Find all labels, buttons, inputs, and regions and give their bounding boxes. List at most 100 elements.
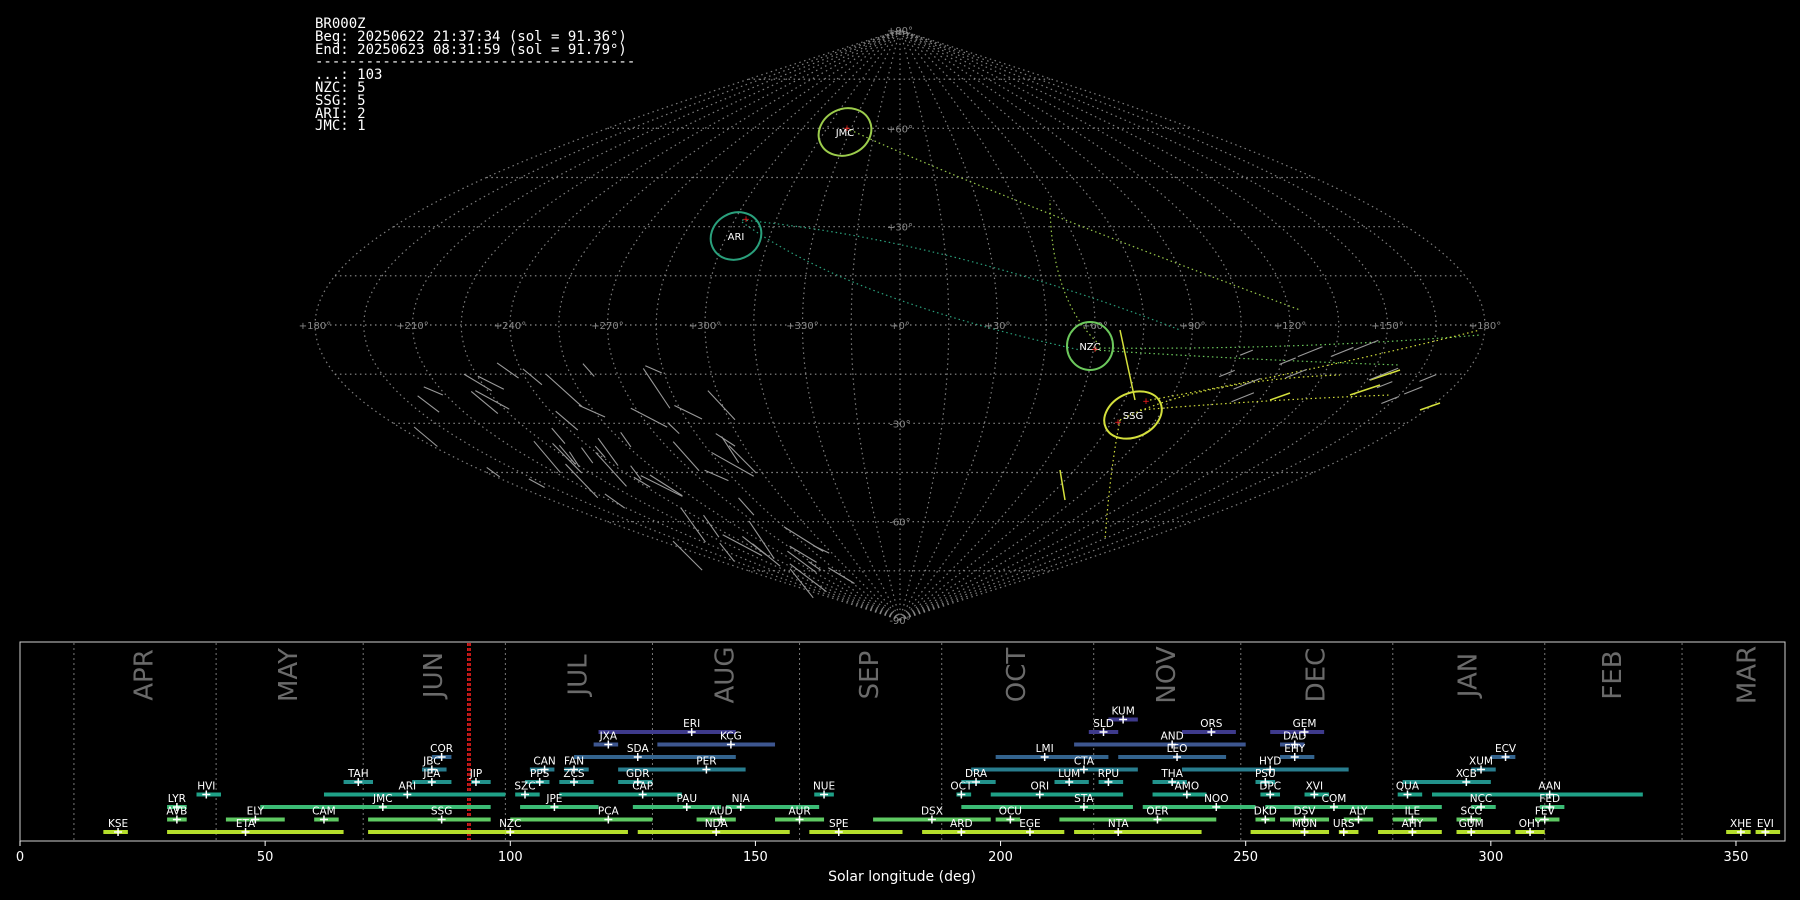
shower-code-label: COR <box>430 743 453 755</box>
shower-bar <box>961 805 1133 809</box>
lon-tick-label: +240° <box>494 321 526 332</box>
shower-code-label: HYD <box>1259 756 1281 768</box>
x-tick-label: 50 <box>257 850 274 865</box>
shower-bar <box>598 730 736 734</box>
radiant-label-ari: ARI <box>728 232 745 243</box>
meridian <box>899 29 1389 621</box>
meteor-track <box>1139 394 1391 411</box>
shower-code-label: QUA <box>1396 781 1420 793</box>
sporadic-track <box>1419 374 1437 382</box>
shower-avb: AVB <box>166 806 187 824</box>
shower-code-label: PCA <box>598 806 620 818</box>
sporadic-track <box>423 386 444 396</box>
shower-bar <box>520 805 599 809</box>
radiant-ssg: SSG <box>1103 390 1163 440</box>
shower-code-label: RPU <box>1098 768 1119 780</box>
shower-bar <box>368 817 491 822</box>
shower-code-label: XVI <box>1306 781 1323 793</box>
sporadic-track <box>721 436 740 463</box>
shower-bar <box>559 792 682 797</box>
sporadic-track <box>565 463 599 499</box>
sporadic-track <box>812 544 830 554</box>
shower-code-label: JIP <box>469 768 483 780</box>
shower-bar <box>323 792 506 797</box>
sporadic-track <box>1330 346 1354 357</box>
shower-code-label: GDR <box>626 768 650 780</box>
shower-code-label: DRA <box>965 768 988 780</box>
month-label: MAR <box>1733 646 1763 704</box>
sporadic-track <box>413 426 438 447</box>
shower-code-label: SLD <box>1093 718 1114 730</box>
shower-bar <box>1456 830 1511 834</box>
shower-dkd: DKD <box>1254 806 1277 824</box>
shower-code-label: ERI <box>683 718 700 730</box>
shower-code-label: AUD <box>710 806 733 818</box>
shower-radiants: JMC ARI NZC SSG <box>709 107 1163 440</box>
shower-code-label: SCC <box>1461 806 1482 818</box>
lon-tick-label: +180° <box>1469 321 1501 332</box>
shower-code-label: NZC <box>499 818 521 830</box>
shower-tah: TAH <box>343 768 373 786</box>
radiant-marker: + <box>1142 397 1150 407</box>
sporadic-track <box>597 437 619 466</box>
radiant-marker: + <box>843 124 851 134</box>
shower-code-label: SZC <box>514 781 535 793</box>
shower-code-label: ILE <box>1405 806 1421 818</box>
shower-code-label: PSU <box>1255 768 1276 780</box>
meteor-track <box>1269 392 1291 401</box>
shower-bar <box>1118 755 1227 759</box>
shower-code-label: ETA <box>236 818 256 830</box>
shower-bar <box>368 830 628 834</box>
shower-code-label: DPC <box>1259 781 1281 793</box>
sporadic-track <box>672 441 700 472</box>
shower-code-label: CAN <box>533 756 555 768</box>
shower-code-label: ARI <box>399 781 417 793</box>
radiant-marker: + <box>1091 345 1099 355</box>
shower-code-label: NDA <box>705 818 729 830</box>
shower-bar <box>1432 792 1643 797</box>
meteor-track <box>1119 329 1136 401</box>
lat-tick-label: -60° <box>889 518 910 529</box>
x-axis-label: Solar longitude (deg) <box>828 869 976 885</box>
sporadic-track <box>704 469 729 482</box>
sporadic-track <box>1353 339 1379 351</box>
shower-code-label: JEA <box>422 768 441 780</box>
meteor-track <box>1349 384 1381 396</box>
sporadic-track <box>475 390 510 410</box>
x-tick-label: 100 <box>498 850 523 865</box>
shower-code-label: PAU <box>677 793 698 805</box>
shower-code-label: FED <box>1539 793 1560 805</box>
month-label: JUN <box>419 652 449 700</box>
sporadic-track <box>1218 369 1235 378</box>
shower-ohy: OHY <box>1515 818 1545 836</box>
shower-code-label: LYR <box>168 793 186 805</box>
lat-tick-label: -90° <box>889 616 910 627</box>
shower-code-label: SDA <box>627 743 650 755</box>
sporadic-track <box>1297 346 1323 358</box>
shower-bar <box>657 742 776 747</box>
lon-tick-label: +330° <box>786 321 818 332</box>
lon-tick-label: +180° <box>299 321 331 332</box>
meteor-track <box>1419 402 1441 411</box>
count-jmc: JMC: 1 <box>315 118 366 135</box>
x-tick-label: 250 <box>1233 850 1258 865</box>
sporadic-track <box>808 561 822 571</box>
shower-code-label: OCT <box>950 781 973 793</box>
shower-bar <box>510 817 653 822</box>
shower-sld: SLD <box>1088 718 1119 736</box>
sporadic-track <box>703 514 720 538</box>
shower-code-label: AVB <box>166 806 187 818</box>
sporadic-track <box>604 493 626 509</box>
sporadic-track <box>672 540 703 571</box>
lat-tick-label: -30° <box>889 419 910 430</box>
shower-code-label: NUE <box>813 781 835 793</box>
shower-code-label: XUM <box>1469 756 1493 768</box>
shower-code-label: OHY <box>1519 818 1542 830</box>
meteor-track <box>845 127 1301 311</box>
radiant-label-ssg: SSG <box>1123 411 1143 422</box>
meteor-track <box>1149 329 1481 401</box>
shower-bar <box>1152 792 1207 797</box>
meteor-track <box>1369 369 1401 381</box>
shower-code-label: JPE <box>545 793 562 805</box>
shower-code-label: KUM <box>1111 706 1134 718</box>
